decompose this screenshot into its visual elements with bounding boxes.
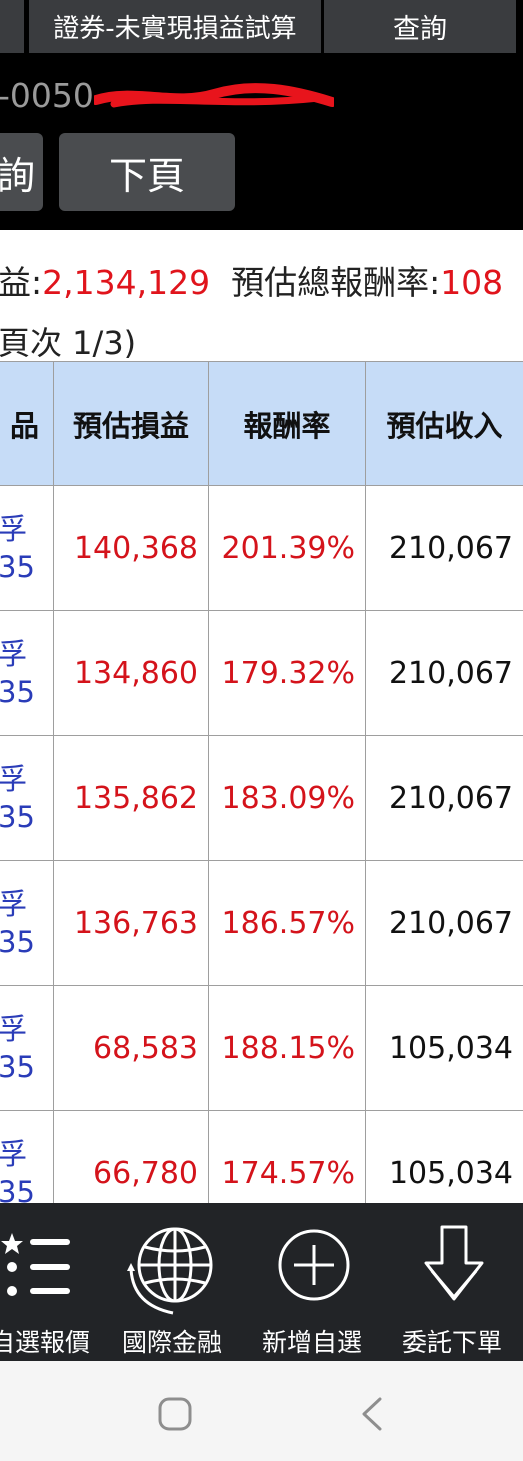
est-profit: 136,763 [54,861,209,986]
bottom-toolbar: 自選報價 國際金融 新增自選 委託下單 [0,1203,523,1361]
return-rate: 201.39% [209,486,366,611]
toolbar-watchlist-label: 自選報價 [0,1328,91,1357]
toolbar-place-order-label: 委託下單 [402,1328,503,1357]
back-icon[interactable] [360,1397,384,1431]
prev-query-button[interactable]: 詢 [0,133,43,211]
home-icon[interactable] [158,1397,192,1431]
est-income: 105,034 [366,986,523,1111]
est-profit: 66,780 [54,1111,209,1203]
pnl-table: 品 預估損益 報酬率 預估收入 孚 35 140,368 201.39% 210,… [0,361,523,1203]
return-rate: 188.15% [209,986,366,1111]
return-rate: 183.09% [209,736,366,861]
add-circle-icon [278,1229,350,1301]
table-row[interactable]: 孚 35 140,368 201.39% 210,067 [0,486,523,611]
table-row[interactable]: 孚 35 66,780 174.57% 105,034 [0,1111,523,1203]
est-profit: 135,862 [54,736,209,861]
table-header-row: 品 預估損益 報酬率 預估收入 [0,361,523,486]
table-row[interactable]: 孚 35 134,860 179.32% 210,067 [0,611,523,736]
summary-line: 益:2,134,129 預估總報酬率:108 [0,256,503,304]
toolbar-watchlist[interactable]: 自選報價 [0,1203,105,1361]
return-rate: 186.57% [209,861,366,986]
est-income: 105,034 [366,1111,523,1203]
total-rate-value: 108 [440,263,504,302]
est-income: 210,067 [366,736,523,861]
product-name: 孚 35 [0,736,54,861]
toolbar-add-watch-label: 新增自選 [262,1328,363,1357]
toolbar-international-label: 國際金融 [122,1328,223,1357]
next-page-button[interactable]: 下頁 [59,133,235,211]
toolbar-international[interactable]: 國際金融 [118,1203,233,1361]
header-est-profit: 預估損益 [54,361,209,486]
product-name: 孚 35 [0,986,54,1111]
product-name: 孚 35 [0,861,54,986]
product-name: 孚 35 [0,1111,54,1203]
tab-query[interactable]: 查詢 [324,0,516,53]
watchlist-icon [1,1233,70,1296]
tab-unrealized-pnl[interactable]: 證券-未實現損益試算 [29,0,321,53]
tab-previous[interactable] [0,0,24,53]
est-income: 210,067 [366,611,523,736]
product-name: 孚 35 [0,486,54,611]
account-number: -0050 [0,76,94,115]
return-rate: 174.57% [209,1111,366,1203]
globe-icon [127,1227,213,1315]
est-profit: 134,860 [54,611,209,736]
product-name: 孚 35 [0,611,54,736]
total-profit-label: 益: [0,263,43,302]
est-income: 210,067 [366,486,523,611]
header-est-income: 預估收入 [366,361,523,486]
total-rate-label: 預估總報酬率: [231,263,441,302]
redaction-scribble [94,83,334,108]
toolbar-place-order[interactable]: 委託下單 [400,1203,515,1361]
table-row[interactable]: 孚 35 136,763 186.57% 210,067 [0,861,523,986]
est-profit: 140,368 [54,486,209,611]
page-info: 頁次 1/3) [0,324,137,362]
header-product: 品 [0,361,54,486]
table-row[interactable]: 孚 35 68,583 188.15% 105,034 [0,986,523,1111]
app-header: 證券-未實現損益試算 查詢 -0050 詢 下頁 [0,0,523,230]
order-down-arrow-icon [424,1225,484,1301]
est-income: 210,067 [366,861,523,986]
table-row[interactable]: 孚 35 135,862 183.09% 210,067 [0,736,523,861]
return-rate: 179.32% [209,611,366,736]
est-profit: 68,583 [54,986,209,1111]
total-profit-value: 2,134,129 [42,263,211,302]
system-nav-bar [0,1361,523,1461]
header-return-rate: 報酬率 [209,361,366,486]
toolbar-add-watch[interactable]: 新增自選 [258,1203,373,1361]
